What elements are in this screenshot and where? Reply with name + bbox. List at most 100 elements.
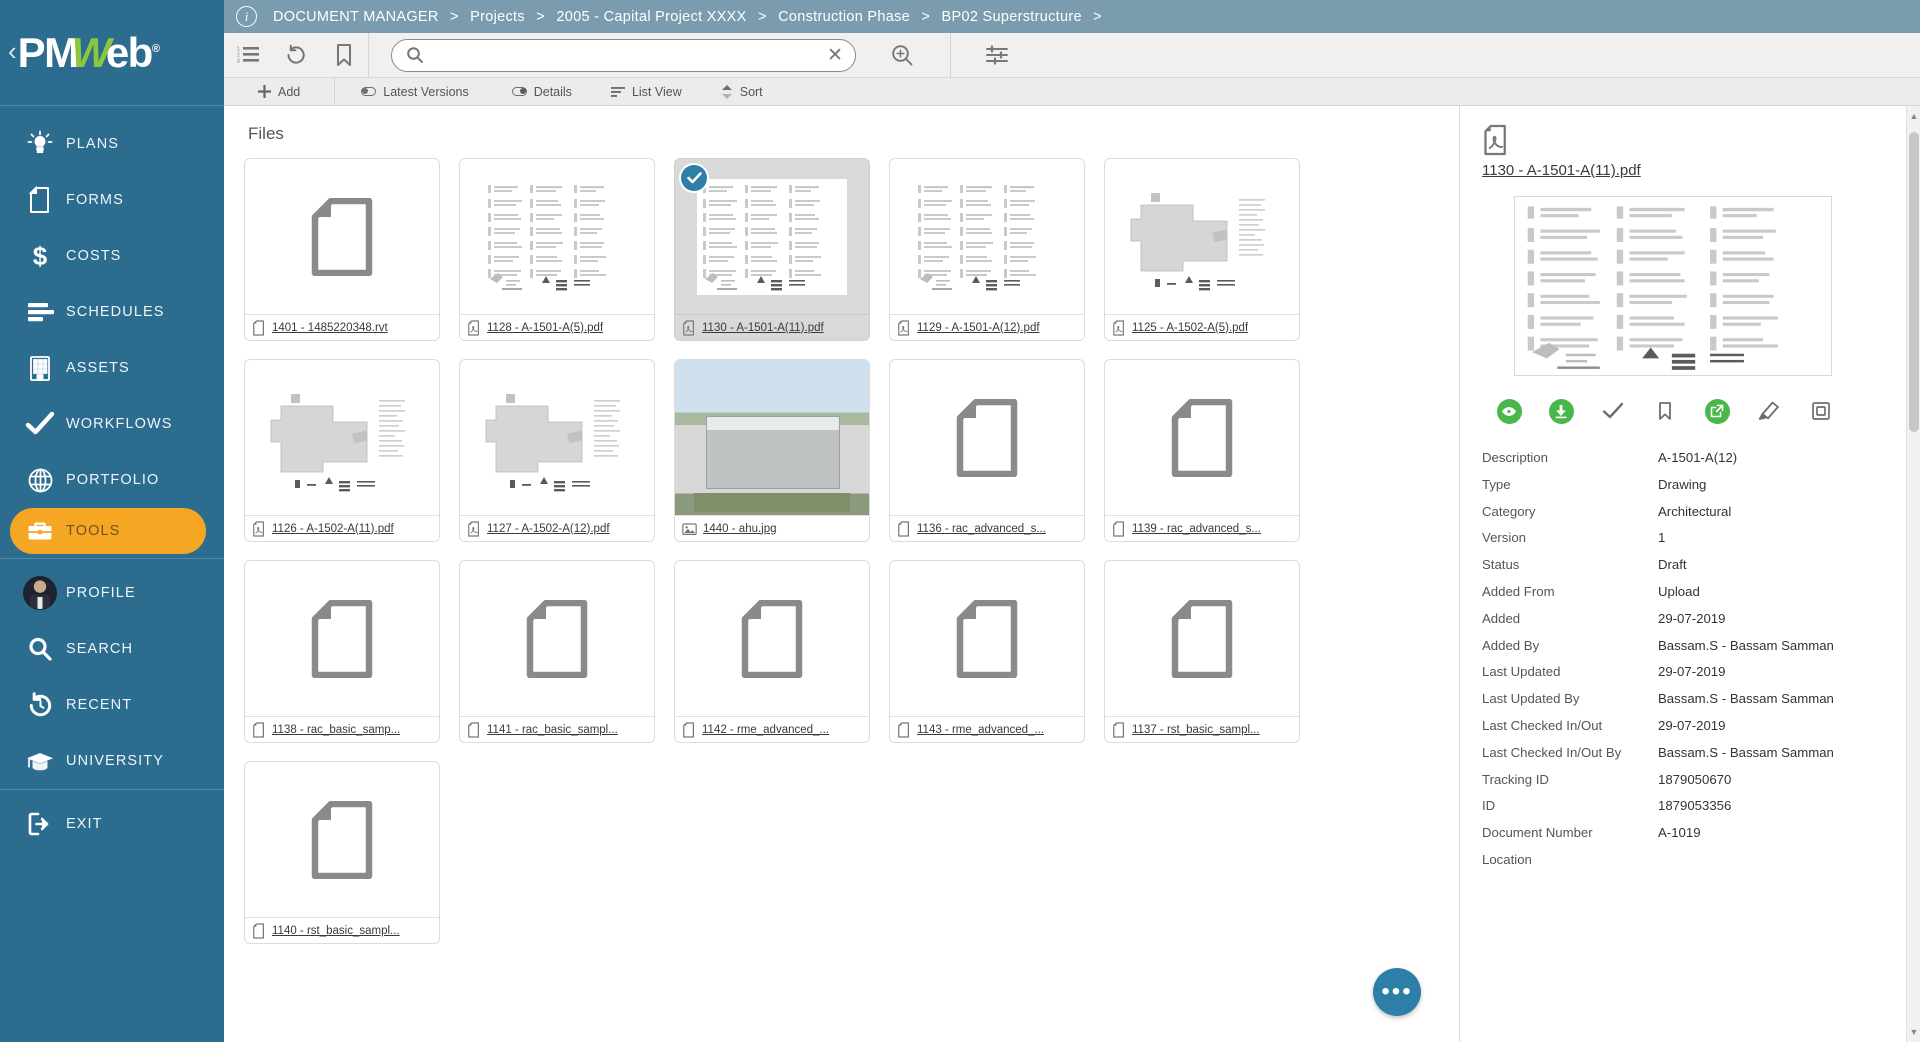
breadcrumb-item-3[interactable]: Construction Phase bbox=[778, 9, 910, 25]
property-row: Document Number A-1019 bbox=[1482, 825, 1894, 852]
file-name[interactable]: 1137 - rst_basic_sampl... bbox=[1132, 724, 1260, 736]
file-card[interactable]: 1127 - A-1502-A(12).pdf bbox=[459, 359, 655, 542]
add-button[interactable]: Add bbox=[224, 78, 334, 106]
clear-search-icon[interactable]: ✕ bbox=[827, 44, 843, 67]
file-thumbnail bbox=[1105, 561, 1299, 716]
property-row: Status Draft bbox=[1482, 557, 1894, 584]
markup-brush-icon[interactable] bbox=[1756, 398, 1782, 424]
file-name[interactable]: 1138 - rac_basic_samp... bbox=[272, 724, 400, 736]
details-scrollbar[interactable]: ▲ ▼ bbox=[1906, 106, 1920, 1042]
file-card-footer: 1137 - rst_basic_sampl... bbox=[1105, 716, 1299, 742]
file-name[interactable]: 1139 - rac_advanced_s... bbox=[1132, 523, 1261, 535]
property-key: Last Updated By bbox=[1482, 691, 1658, 706]
file-icon bbox=[1171, 399, 1233, 477]
file-card-selected[interactable]: 1130 - A-1501-A(11).pdf bbox=[674, 158, 870, 341]
details-pane: 1130 - A-1501-A(11).pdf bbox=[1460, 106, 1920, 1042]
file-name[interactable]: 1136 - rac_advanced_s... bbox=[917, 523, 1046, 535]
more-actions-button[interactable]: ••• bbox=[1373, 968, 1421, 1016]
file-name[interactable]: 1125 - A-1502-A(5).pdf bbox=[1132, 322, 1248, 334]
file-card[interactable]: 1129 - A-1501-A(12).pdf bbox=[889, 158, 1085, 341]
file-card-footer: 1139 - rac_advanced_s... bbox=[1105, 515, 1299, 541]
files-pane: Files bbox=[224, 106, 1460, 1042]
file-card[interactable]: 1141 - rac_basic_sampl... bbox=[459, 560, 655, 743]
sidebar-item-forms[interactable]: FORMS bbox=[0, 172, 224, 228]
details-file-title[interactable]: 1130 - A-1501-A(11).pdf bbox=[1482, 162, 1641, 179]
search-plus-icon[interactable] bbox=[878, 33, 926, 78]
app-logo[interactable]: ‹ PMWeb® bbox=[0, 0, 224, 105]
info-icon[interactable]: i bbox=[236, 6, 257, 27]
sidebar-item-plans[interactable]: PLANS bbox=[0, 116, 224, 172]
sidebar-item-profile[interactable]: PROFILE bbox=[0, 565, 224, 621]
search-icon bbox=[14, 636, 66, 662]
file-card[interactable]: 1128 - A-1501-A(5).pdf bbox=[459, 158, 655, 341]
collapse-sidebar-icon[interactable]: ‹ bbox=[8, 38, 17, 64]
sidebar-item-recent[interactable]: RECENT bbox=[0, 677, 224, 733]
file-name[interactable]: 1140 - rst_basic_sampl... bbox=[272, 925, 400, 937]
file-card[interactable]: 1142 - rme_advanced_... bbox=[674, 560, 870, 743]
drawing-preview bbox=[482, 380, 632, 496]
search-box[interactable]: ✕ bbox=[391, 39, 856, 72]
sidebar-item-assets[interactable]: ASSETS bbox=[0, 340, 224, 396]
property-value: Draft bbox=[1658, 557, 1687, 572]
sidebar-item-tools[interactable]: TOOLS bbox=[10, 508, 206, 554]
file-name[interactable]: 1127 - A-1502-A(12).pdf bbox=[487, 523, 610, 535]
file-name[interactable]: 1126 - A-1502-A(11).pdf bbox=[272, 523, 394, 535]
sidebar-item-schedules[interactable]: SCHEDULES bbox=[0, 284, 224, 340]
download-icon[interactable] bbox=[1548, 398, 1574, 424]
breadcrumb-item-4[interactable]: BP02 Superstructure bbox=[942, 9, 1082, 25]
file-card[interactable]: 1136 - rac_advanced_s... bbox=[889, 359, 1085, 542]
list-numbered-icon[interactable]: 1 2 3 bbox=[224, 33, 272, 78]
file-card[interactable]: 1440 - ahu.jpg bbox=[674, 359, 870, 542]
file-card[interactable]: 1125 - A-1502-A(5).pdf bbox=[1104, 158, 1300, 341]
check-icon[interactable] bbox=[1600, 398, 1626, 424]
scrollbar-thumb[interactable] bbox=[1909, 132, 1919, 432]
file-name[interactable]: 1128 - A-1501-A(5).pdf bbox=[487, 322, 603, 334]
file-name[interactable]: 1142 - rme_advanced_... bbox=[702, 724, 829, 736]
property-value: 1 bbox=[1658, 530, 1665, 545]
breadcrumb-item-1[interactable]: Projects bbox=[470, 9, 525, 25]
file-name[interactable]: 1143 - rme_advanced_... bbox=[917, 724, 1044, 736]
breadcrumb-sep: > bbox=[450, 9, 459, 25]
file-card[interactable]: 1139 - rac_advanced_s... bbox=[1104, 359, 1300, 542]
file-card[interactable]: 1401 - 1485220348.rvt bbox=[244, 158, 440, 341]
property-row: Version 1 bbox=[1482, 530, 1894, 557]
file-card[interactable]: 1126 - A-1502-A(11).pdf bbox=[244, 359, 440, 542]
file-card[interactable]: 1140 - rst_basic_sampl... bbox=[244, 761, 440, 944]
latest-versions-toggle[interactable]: Latest Versions bbox=[335, 78, 485, 106]
file-name[interactable]: 1141 - rac_basic_sampl... bbox=[487, 724, 618, 736]
document-preview[interactable] bbox=[1514, 196, 1832, 376]
sidebar-item-portfolio[interactable]: PORTFOLIO bbox=[0, 452, 224, 508]
sidebar-item-workflows[interactable]: WORKFLOWS bbox=[0, 396, 224, 452]
copy-icon[interactable] bbox=[1808, 398, 1834, 424]
sidebar-item-exit[interactable]: EXIT bbox=[0, 796, 224, 852]
sidebar-item-search[interactable]: SEARCH bbox=[0, 621, 224, 677]
sidebar-item-university[interactable]: UNIVERSITY bbox=[0, 733, 224, 789]
sidebar-item-costs[interactable]: $ COSTS bbox=[0, 228, 224, 284]
sliders-icon[interactable] bbox=[973, 33, 1021, 78]
list-view-button[interactable]: List View bbox=[589, 78, 699, 106]
search-input[interactable] bbox=[434, 47, 827, 63]
details-toggle[interactable]: Details bbox=[486, 78, 589, 106]
history-icon[interactable] bbox=[272, 33, 320, 78]
file-icon bbox=[311, 198, 373, 276]
file-card[interactable]: 1143 - rme_advanced_... bbox=[889, 560, 1085, 743]
bookmark-icon[interactable] bbox=[320, 33, 368, 78]
view-icon[interactable] bbox=[1496, 398, 1522, 424]
bookmark-icon[interactable] bbox=[1652, 398, 1678, 424]
sidebar-item-label: ASSETS bbox=[66, 360, 130, 376]
breadcrumb-item-2[interactable]: 2005 - Capital Project XXXX bbox=[556, 9, 746, 25]
checkmark-icon[interactable] bbox=[681, 165, 707, 191]
file-card[interactable]: 1138 - rac_basic_samp... bbox=[244, 560, 440, 743]
file-name[interactable]: 1401 - 1485220348.rvt bbox=[272, 322, 388, 334]
file-name[interactable]: 1129 - A-1501-A(12).pdf bbox=[917, 322, 1040, 334]
open-external-icon[interactable] bbox=[1704, 398, 1730, 424]
file-name[interactable]: 1440 - ahu.jpg bbox=[703, 523, 777, 535]
breadcrumb-item-0[interactable]: DOCUMENT MANAGER bbox=[273, 9, 439, 25]
scroll-down-icon[interactable]: ▼ bbox=[1907, 1024, 1920, 1040]
sort-button[interactable]: Sort bbox=[699, 78, 780, 106]
scroll-up-icon[interactable]: ▲ bbox=[1907, 108, 1920, 124]
property-key: Added From bbox=[1482, 584, 1658, 599]
file-card[interactable]: 1137 - rst_basic_sampl... bbox=[1104, 560, 1300, 743]
file-name[interactable]: 1130 - A-1501-A(11).pdf bbox=[702, 322, 824, 334]
list-view-icon bbox=[611, 86, 625, 98]
